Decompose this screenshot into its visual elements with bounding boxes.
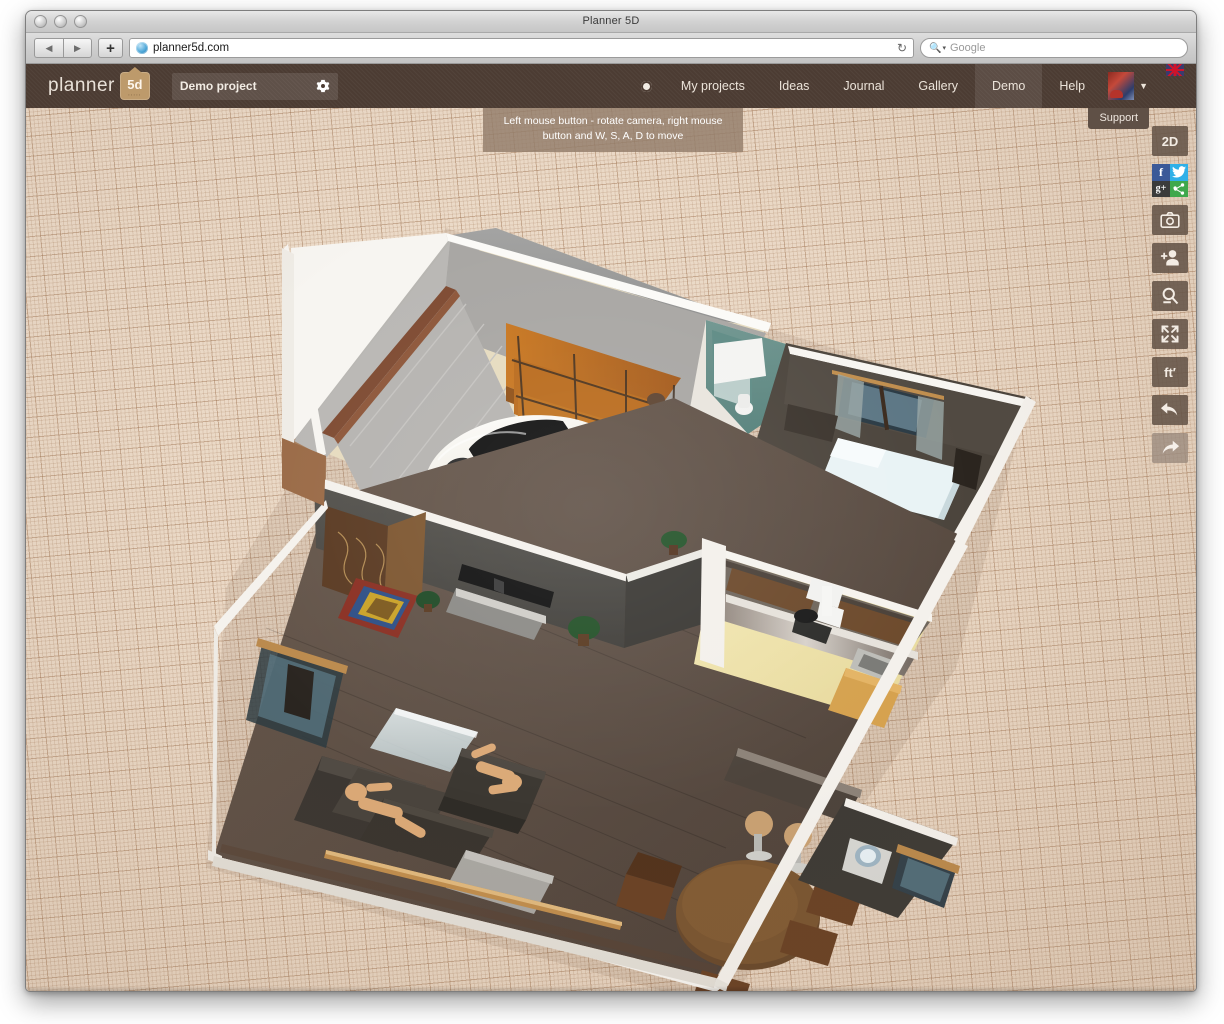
nav-bullet-icon[interactable] [637,64,664,108]
project-name-text: Demo project [180,79,257,93]
avatar[interactable] [1108,72,1134,100]
globe-icon [136,42,148,54]
forward-button[interactable]: ▶ [63,38,92,58]
nav-item-help[interactable]: Help [1042,64,1102,108]
browser-window: Planner 5D ◀ ▶ + planner5d.com ↻ 🔍 ▾ Goo… [25,10,1197,992]
address-bar-text: planner5d.com [153,42,229,54]
units-button[interactable]: ft′ [1152,357,1188,387]
address-bar[interactable]: planner5d.com ↻ [129,38,914,58]
google-plus-icon[interactable]: g+ [1152,181,1170,198]
gear-icon[interactable] [316,79,330,93]
share-icon[interactable] [1170,181,1188,198]
search-placeholder: Google [950,42,985,54]
snapshot-button[interactable] [1152,205,1188,235]
back-button[interactable]: ◀ [34,38,63,58]
redo-button[interactable] [1152,433,1188,463]
reload-icon[interactable]: ↻ [897,41,907,55]
twitter-icon[interactable] [1170,164,1188,181]
user-menu[interactable]: ▼ [1102,64,1158,108]
right-toolbar: 2D f g+ [1152,126,1188,463]
3d-viewport[interactable]: Left mouse button - rotate camera, right… [26,108,1196,992]
floorplan-3d-render [26,108,1196,992]
search-icon: 🔍 [929,43,941,54]
planner5d-logo[interactable]: planner 5d ▪▪▪▪▪ [48,72,150,100]
search-dropdown-caret[interactable]: ▾ [942,44,946,52]
main-navigation: My projects Ideas Journal Gallery Demo H… [637,64,1196,108]
uk-flag-icon[interactable] [1166,64,1184,76]
nav-item-my-projects[interactable]: My projects [664,64,762,108]
camera-controls-tooltip: Left mouse button - rotate camera, right… [483,108,743,152]
nav-item-gallery[interactable]: Gallery [901,64,975,108]
app-header: planner 5d ▪▪▪▪▪ Demo project [26,64,1196,108]
nav-item-journal[interactable]: Journal [826,64,901,108]
window-title: Planner 5D [26,15,1196,27]
browser-titlebar: Planner 5D [26,11,1196,33]
find-button[interactable] [1152,281,1188,311]
nav-item-ideas[interactable]: Ideas [762,64,827,108]
project-name-field[interactable]: Demo project [172,73,338,100]
logo-wordmark: planner [48,75,115,97]
new-tab-button[interactable]: + [98,38,123,58]
view-2d-button[interactable]: 2D [1152,126,1188,156]
add-person-button[interactable] [1152,243,1188,273]
chevron-down-icon[interactable]: ▼ [1139,81,1148,91]
logo-badge-text: 5d [127,78,142,91]
search-input[interactable]: 🔍 ▾ Google [920,38,1188,58]
logo-badge-icon: 5d ▪▪▪▪▪ [120,72,150,100]
page-content: planner 5d ▪▪▪▪▪ Demo project [26,64,1196,992]
facebook-icon[interactable]: f [1152,164,1170,181]
fullscreen-button[interactable] [1152,319,1188,349]
navigation-buttons: ◀ ▶ [34,38,92,58]
logo-badge-subtext: ▪▪▪▪▪ [128,93,141,97]
undo-button[interactable] [1152,395,1188,425]
nav-item-demo[interactable]: Demo [975,64,1042,108]
browser-toolbar: ◀ ▶ + planner5d.com ↻ 🔍 ▾ Google [26,33,1196,64]
support-tab[interactable]: Support [1088,108,1149,129]
social-share-group[interactable]: f g+ [1152,164,1188,197]
